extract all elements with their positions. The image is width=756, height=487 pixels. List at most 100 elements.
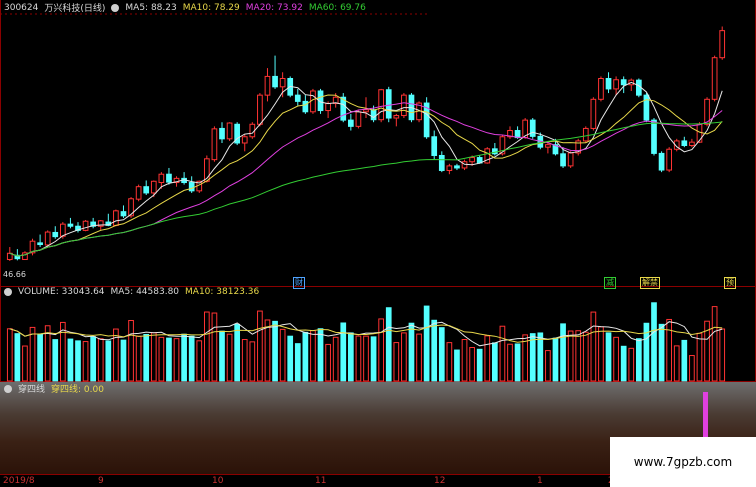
candle-body — [681, 140, 688, 146]
candle-body — [37, 242, 43, 246]
volume-bar — [545, 350, 551, 382]
low-price-label: 46.66 — [3, 270, 26, 279]
indicator-settings-circle-icon[interactable] — [4, 384, 12, 393]
indicator-signal-bar — [703, 392, 708, 437]
volume-bar — [681, 339, 688, 382]
candle-body — [219, 127, 225, 140]
candle-body — [605, 78, 612, 90]
volume-bar — [135, 335, 142, 382]
volume-bar — [613, 336, 619, 382]
candle-body — [241, 136, 248, 144]
volume-bar — [423, 305, 430, 382]
candle-body — [52, 231, 59, 238]
candle-body — [150, 180, 157, 194]
volume-bar — [355, 335, 362, 382]
volume-bar — [181, 333, 187, 382]
candle-body — [651, 119, 657, 154]
volume-bar — [14, 333, 21, 382]
volume-bar — [302, 331, 309, 382]
volume-bar — [310, 330, 316, 382]
volume-bar — [514, 343, 521, 382]
date-tick: 10 — [212, 476, 224, 486]
volume-bar — [67, 338, 74, 382]
volume-bar — [673, 345, 680, 382]
volume-bar — [97, 338, 104, 382]
candle-body — [719, 30, 726, 59]
volume-bar — [567, 330, 574, 382]
candle-body — [272, 75, 278, 88]
volume-bar — [598, 326, 604, 382]
volume-bar — [332, 336, 339, 382]
volume-bar — [628, 347, 635, 382]
volume-bar — [249, 341, 256, 382]
volume-bar — [22, 345, 28, 382]
candle-body — [613, 79, 619, 90]
candle-body — [135, 186, 142, 200]
volume-bar — [635, 338, 642, 382]
volume-bar — [234, 323, 241, 382]
candle-body — [143, 186, 150, 194]
volume-bar — [143, 333, 150, 382]
volume-bar — [651, 302, 657, 382]
candle-body — [582, 127, 589, 142]
volume-pane[interactable]: VOLUME: 33043.64 MA5: 44583.80 MA10: 381… — [0, 287, 756, 382]
candle-body — [279, 78, 286, 88]
candle-body — [446, 165, 453, 171]
volume-bar — [507, 343, 513, 382]
volume-bar — [120, 339, 127, 382]
candle-body — [696, 123, 703, 143]
volume-bar — [385, 307, 392, 382]
candle-body — [59, 223, 66, 237]
candle-body — [226, 122, 233, 140]
volume-bar — [529, 333, 536, 382]
volume-bar — [29, 326, 36, 382]
candle-body — [302, 100, 309, 113]
volume-bar — [173, 338, 180, 382]
candle-body — [545, 144, 551, 148]
volume-bar — [347, 332, 354, 382]
volume-bar — [219, 330, 225, 382]
kline-pane[interactable]: 300624 万兴科技 (日线) MA5: 88.23 MA10: 78.29 M… — [0, 0, 756, 289]
candle-body — [347, 119, 354, 127]
candle-body — [44, 231, 51, 246]
candle-body — [431, 136, 438, 156]
candle-body — [529, 119, 536, 137]
candle-body — [514, 130, 521, 139]
volume-bar — [378, 318, 385, 382]
volume-bar — [363, 335, 369, 382]
volume-bar — [158, 336, 165, 382]
volume-bar — [560, 323, 566, 382]
candle-body — [689, 141, 695, 146]
candle-body — [401, 94, 407, 117]
date-tick: 1 — [537, 476, 543, 486]
volume-bar — [82, 341, 89, 382]
volume-bar — [454, 349, 460, 382]
date-tick: 12 — [434, 476, 446, 486]
volume-bar — [370, 336, 377, 382]
volume-bar — [211, 312, 218, 382]
date-tick: 2019/8 — [3, 476, 35, 486]
volume-bar — [294, 343, 301, 382]
candle-body — [378, 89, 385, 121]
candle-body — [325, 102, 331, 112]
volume-bar — [491, 342, 498, 382]
candle-body — [491, 148, 498, 155]
candle-body — [158, 173, 165, 184]
candle-body — [385, 89, 392, 119]
volume-bar — [666, 318, 673, 382]
indicator-header: 穿四线 穿四线: 0.00 — [4, 382, 104, 395]
volume-bar — [408, 322, 415, 382]
candle-body — [598, 78, 604, 100]
volume-bar — [37, 333, 43, 382]
volume-bar — [696, 332, 703, 382]
candle-body — [393, 115, 400, 119]
candle-body — [67, 223, 74, 227]
candle-body — [120, 211, 127, 217]
volume-bar — [469, 347, 475, 382]
volume-bar — [484, 335, 491, 382]
volume-bar — [590, 311, 597, 382]
candle-body — [560, 153, 566, 167]
candle-body — [188, 182, 195, 192]
volume-bar — [340, 322, 347, 382]
volume-bar — [552, 337, 559, 382]
